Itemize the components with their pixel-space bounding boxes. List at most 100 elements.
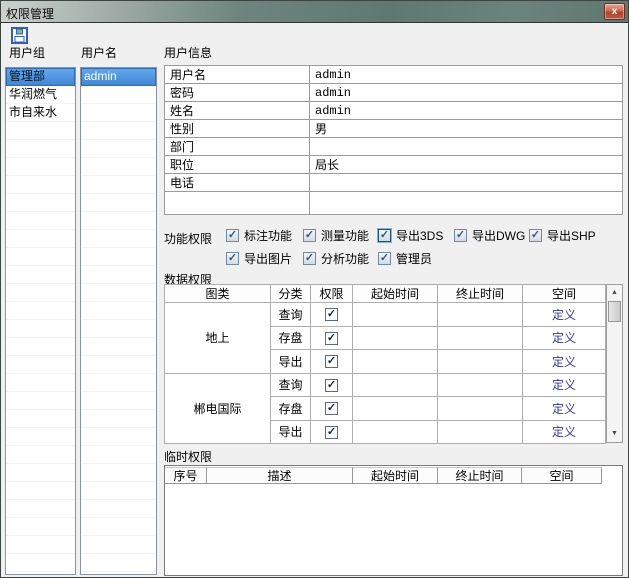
permission-checkbox[interactable]: ✓ — [325, 355, 338, 368]
checkbox-label: 标注功能 — [244, 227, 292, 244]
permission-checkbox[interactable]: ✓ — [325, 332, 338, 345]
checkbox-icon[interactable]: ✓ — [454, 229, 467, 242]
define-link[interactable]: 定义 — [552, 331, 576, 345]
checkbox-icon[interactable]: ✓ — [226, 229, 239, 242]
end-time-cell[interactable] — [438, 397, 523, 421]
end-time-cell[interactable] — [438, 350, 523, 374]
vertical-scrollbar[interactable]: ▲ ▼ — [606, 284, 623, 443]
checkbox-label: 导出SHP — [547, 227, 596, 244]
column-header[interactable]: 分类 — [271, 285, 311, 303]
user-name-label: 用户名 — [81, 44, 117, 61]
end-time-cell[interactable] — [438, 420, 523, 444]
user-info-label: 用户信息 — [164, 44, 212, 61]
info-label: 职位 — [165, 156, 310, 174]
list-item-group[interactable]: 管理部 — [6, 68, 75, 86]
end-time-cell[interactable] — [438, 303, 523, 327]
checkbox-item[interactable]: ✓ 测量功能 — [303, 227, 378, 244]
info-label: 用户名 — [165, 66, 310, 84]
data-perm-grid: 图类 分类 权限 起始时间 终止时间 空间 地上 查询 ✓ 定义 存盘 ✓ 定义 — [164, 284, 606, 444]
info-value[interactable] — [310, 138, 623, 156]
end-time-cell[interactable] — [438, 373, 523, 397]
start-time-cell[interactable] — [353, 420, 438, 444]
info-label: 姓名 — [165, 102, 310, 120]
list-item-group[interactable]: 市自来水 — [6, 104, 75, 122]
table-row: 部门 — [165, 138, 623, 156]
define-link[interactable]: 定义 — [552, 308, 576, 322]
start-time-cell[interactable] — [353, 303, 438, 327]
table-header-row: 序号 描述 起始时间 终止时间 空间 — [165, 467, 622, 484]
table-row: 电话 — [165, 174, 623, 192]
checkbox-item[interactable]: ✓ 分析功能 — [303, 250, 378, 267]
category-cell: 导出 — [271, 420, 311, 444]
user-group-label: 用户组 — [9, 44, 45, 61]
start-time-cell[interactable] — [353, 350, 438, 374]
checkbox-icon[interactable]: ✓ — [226, 252, 239, 265]
category-cell: 查询 — [271, 303, 311, 327]
permission-checkbox[interactable]: ✓ — [325, 426, 338, 439]
checkbox-icon[interactable]: ✓ — [378, 252, 391, 265]
column-header[interactable]: 终止时间 — [438, 285, 523, 303]
checkbox-label: 管理员 — [396, 250, 432, 267]
define-link[interactable]: 定义 — [552, 402, 576, 416]
column-header[interactable]: 描述 — [207, 467, 353, 484]
scrollbar-thumb[interactable] — [608, 301, 621, 322]
user-name-list: admin — [80, 67, 157, 575]
list-item-user[interactable]: admin — [81, 68, 156, 86]
start-time-cell[interactable] — [353, 397, 438, 421]
column-header[interactable]: 序号 — [165, 467, 207, 484]
info-value[interactable]: 男 — [310, 120, 623, 138]
column-header[interactable]: 终止时间 — [438, 467, 522, 484]
define-link[interactable]: 定义 — [552, 378, 576, 392]
user-group-list: 管理部 华润燃气 市自来水 — [5, 67, 76, 575]
checkbox-item[interactable]: ✓ 导出SHP — [529, 227, 596, 244]
table-row: 姓名 admin — [165, 102, 623, 120]
checkbox-item[interactable]: ✓ 导出图片 — [226, 250, 303, 267]
window-title: 权限管理 — [6, 5, 54, 22]
checkbox-label: 导出3DS — [396, 227, 443, 244]
data-perm-table: 图类 分类 权限 起始时间 终止时间 空间 地上 查询 ✓ 定义 存盘 ✓ 定义 — [164, 284, 623, 443]
checkbox-icon[interactable]: ✓ — [303, 229, 316, 242]
column-header[interactable]: 起始时间 — [353, 467, 438, 484]
info-value[interactable] — [310, 174, 623, 192]
group-name-cell: 郴电国际 — [165, 373, 271, 444]
info-label: 部门 — [165, 138, 310, 156]
end-time-cell[interactable] — [438, 326, 523, 350]
scroll-up-icon[interactable]: ▲ — [607, 287, 622, 299]
table-row: 地上 查询 ✓ 定义 — [165, 303, 606, 327]
checkbox-item[interactable]: ✓ 导出3DS — [378, 227, 454, 244]
start-time-cell[interactable] — [353, 326, 438, 350]
list-item-group[interactable]: 华润燃气 — [6, 86, 75, 104]
checkbox-icon[interactable]: ✓ — [378, 229, 391, 242]
column-header[interactable]: 空间 — [523, 285, 606, 303]
table-header-row: 图类 分类 权限 起始时间 终止时间 空间 — [165, 285, 606, 303]
category-cell: 存盘 — [271, 326, 311, 350]
table-row: 性别 男 — [165, 120, 623, 138]
checkbox-icon[interactable]: ✓ — [303, 252, 316, 265]
info-value[interactable]: admin — [310, 102, 623, 120]
column-header[interactable]: 权限 — [311, 285, 353, 303]
checkbox-item[interactable]: ✓ 导出DWG — [454, 227, 529, 244]
define-link[interactable]: 定义 — [552, 355, 576, 369]
titlebar[interactable]: 权限管理 x — [1, 1, 628, 23]
info-value[interactable]: admin — [310, 84, 623, 102]
func-perm-row-2: ✓ 导出图片 ✓ 分析功能 ✓ 管理员 — [226, 250, 432, 267]
scroll-down-icon[interactable]: ▼ — [607, 428, 622, 440]
checkbox-icon[interactable]: ✓ — [529, 229, 542, 242]
table-row: 职位 局长 — [165, 156, 623, 174]
func-perm-label: 功能权限 — [164, 230, 212, 247]
start-time-cell[interactable] — [353, 373, 438, 397]
column-header[interactable]: 空间 — [522, 467, 602, 484]
info-value[interactable]: admin — [310, 66, 623, 84]
checkbox-item[interactable]: ✓ 标注功能 — [226, 227, 303, 244]
permission-checkbox[interactable]: ✓ — [325, 402, 338, 415]
info-value[interactable]: 局长 — [310, 156, 623, 174]
permission-checkbox[interactable]: ✓ — [325, 379, 338, 392]
define-link[interactable]: 定义 — [552, 425, 576, 439]
column-header[interactable]: 起始时间 — [353, 285, 438, 303]
close-button[interactable]: x — [604, 3, 625, 20]
permission-checkbox[interactable]: ✓ — [325, 308, 338, 321]
temp-perm-table: 序号 描述 起始时间 终止时间 空间 — [164, 465, 623, 576]
table-row: 密码 admin — [165, 84, 623, 102]
column-header[interactable]: 图类 — [165, 285, 271, 303]
checkbox-item[interactable]: ✓ 管理员 — [378, 250, 432, 267]
